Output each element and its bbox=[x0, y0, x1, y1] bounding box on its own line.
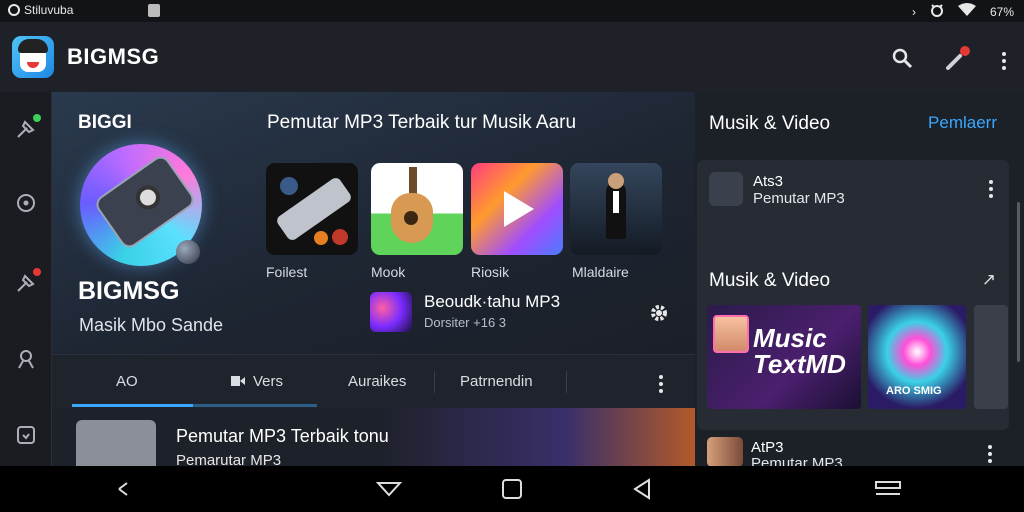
hero-name: BIGMSG bbox=[78, 277, 180, 305]
tile-foilest[interactable] bbox=[266, 163, 358, 255]
tab-bar: AO Vers Auraikes Patrnendin bbox=[52, 354, 695, 408]
now-playing-thumbnail bbox=[370, 292, 412, 332]
card-item-more-icon[interactable] bbox=[989, 180, 993, 198]
tab-auraikes[interactable]: Auraikes bbox=[348, 373, 406, 390]
hero-subtitle: Masik Mbo Sande bbox=[79, 315, 224, 335]
hero-headline: Pemutar MP3 Terbaik tur Musik Aaru bbox=[267, 112, 577, 133]
app-bar: BIGMSG bbox=[0, 22, 1024, 92]
chevron-down-icon[interactable] bbox=[375, 477, 403, 501]
status-left: Stiluvuba bbox=[8, 3, 73, 17]
app-bar-actions bbox=[890, 44, 1006, 77]
app-title: BIGMSG bbox=[67, 44, 160, 69]
now-playing-title: Beoudk·tahu MP3 bbox=[424, 292, 561, 311]
alert-dot bbox=[33, 268, 41, 276]
poster-aro-smig[interactable]: ARO SMIG bbox=[868, 305, 966, 409]
list-item-subtitle: Pemarutar MP3 bbox=[176, 452, 282, 466]
tab-divider bbox=[566, 371, 567, 393]
rail-user-icon[interactable] bbox=[13, 346, 39, 372]
tab-patrnendin[interactable]: Patrnendin bbox=[460, 373, 533, 390]
tile-label: Mlaldaire bbox=[572, 264, 629, 280]
recents-icon[interactable] bbox=[874, 477, 902, 501]
status-app-name: Stiluvuba bbox=[24, 3, 74, 17]
panel-list-item-thumbnail bbox=[707, 437, 743, 467]
card-item-subtitle: Pemutar MP3 bbox=[753, 190, 845, 207]
tab-divider bbox=[434, 371, 435, 393]
tab-vers[interactable]: Vers bbox=[253, 373, 283, 390]
notification-icon bbox=[8, 4, 20, 16]
panel-list-item-more-icon[interactable] bbox=[988, 445, 992, 463]
system-nav-bar bbox=[0, 466, 1024, 512]
tile-label: Foilest bbox=[266, 264, 308, 280]
side-rail bbox=[0, 92, 52, 466]
card-item-title[interactable]: Ats3 bbox=[753, 173, 783, 190]
alarm-icon bbox=[930, 3, 944, 20]
play-icon bbox=[504, 191, 534, 227]
status-right: › 67% bbox=[912, 3, 1014, 20]
battery-text: 67% bbox=[989, 4, 1014, 19]
card-item-thumbnail bbox=[709, 172, 743, 206]
now-playing[interactable]: Beoudk·tahu MP3 Dorsiter +16 3 bbox=[370, 290, 670, 334]
home-icon[interactable] bbox=[498, 477, 526, 501]
rail-pin-icon[interactable] bbox=[13, 114, 41, 142]
hero-panel: BIGGI BIGMSG Masik Mbo Sande Pemutar MP3… bbox=[52, 92, 695, 354]
panel-heading: Musik & Video bbox=[709, 113, 831, 134]
scrollbar[interactable] bbox=[1017, 202, 1020, 362]
more-options-icon[interactable] bbox=[1002, 51, 1006, 70]
tile-label: Mook bbox=[371, 264, 406, 280]
trend-icon[interactable]: ↗ bbox=[982, 270, 996, 290]
list-item-title: Pemutar MP3 Terbaik tonu bbox=[176, 426, 389, 446]
poster-face bbox=[713, 315, 749, 353]
tab-indicator bbox=[72, 404, 193, 407]
rail-box-icon[interactable] bbox=[13, 422, 39, 448]
tab-indicator-secondary bbox=[193, 404, 317, 407]
tab-ao[interactable]: AO bbox=[116, 373, 138, 390]
list-item[interactable]: Pemutar MP3 Terbaik tonu Pemarutar MP3 bbox=[52, 408, 695, 466]
tile-label: Riosik bbox=[471, 264, 510, 280]
rail-pin-alert-icon[interactable] bbox=[13, 268, 41, 296]
microphone-icon[interactable] bbox=[944, 44, 972, 77]
poster-partial[interactable] bbox=[974, 305, 1008, 409]
gear-icon[interactable] bbox=[648, 302, 670, 324]
tabs-more-icon[interactable] bbox=[659, 375, 663, 393]
tile-mook[interactable] bbox=[371, 163, 463, 255]
section-heading: Musik & Video bbox=[709, 270, 831, 291]
wifi-icon bbox=[957, 3, 976, 20]
rail-disc-icon[interactable] bbox=[13, 190, 39, 216]
back-icon[interactable] bbox=[114, 477, 142, 501]
poster-music-textmd[interactable]: Music TextMD bbox=[707, 305, 861, 409]
status-bar: Stiluvuba › 67% bbox=[0, 0, 1024, 22]
tile-mlaldaire[interactable] bbox=[570, 163, 662, 255]
poster-title: ARO SMIG bbox=[886, 385, 942, 397]
chevron-right-icon: › bbox=[911, 4, 916, 19]
triangle-back-icon[interactable] bbox=[628, 477, 656, 501]
panel-link[interactable]: Pemlaerr bbox=[928, 113, 997, 133]
panel-list-item-title: AtP3 bbox=[751, 439, 784, 456]
video-icon bbox=[230, 373, 246, 393]
now-playing-subtitle: Dorsiter +16 3 bbox=[424, 315, 507, 330]
hero-label: BIGGI bbox=[78, 112, 132, 133]
right-panel: Musik & Video Pemlaerr Ats3 Pemutar MP3 … bbox=[695, 92, 1024, 472]
online-dot bbox=[33, 114, 41, 122]
tile-riosik[interactable] bbox=[471, 163, 563, 255]
search-icon[interactable] bbox=[890, 46, 914, 75]
album-disc-image[interactable] bbox=[80, 144, 202, 266]
list-item-thumbnail bbox=[76, 420, 156, 466]
poster-title: Music TextMD bbox=[753, 323, 846, 379]
app-logo[interactable] bbox=[12, 36, 54, 78]
sim-icon bbox=[148, 4, 160, 17]
